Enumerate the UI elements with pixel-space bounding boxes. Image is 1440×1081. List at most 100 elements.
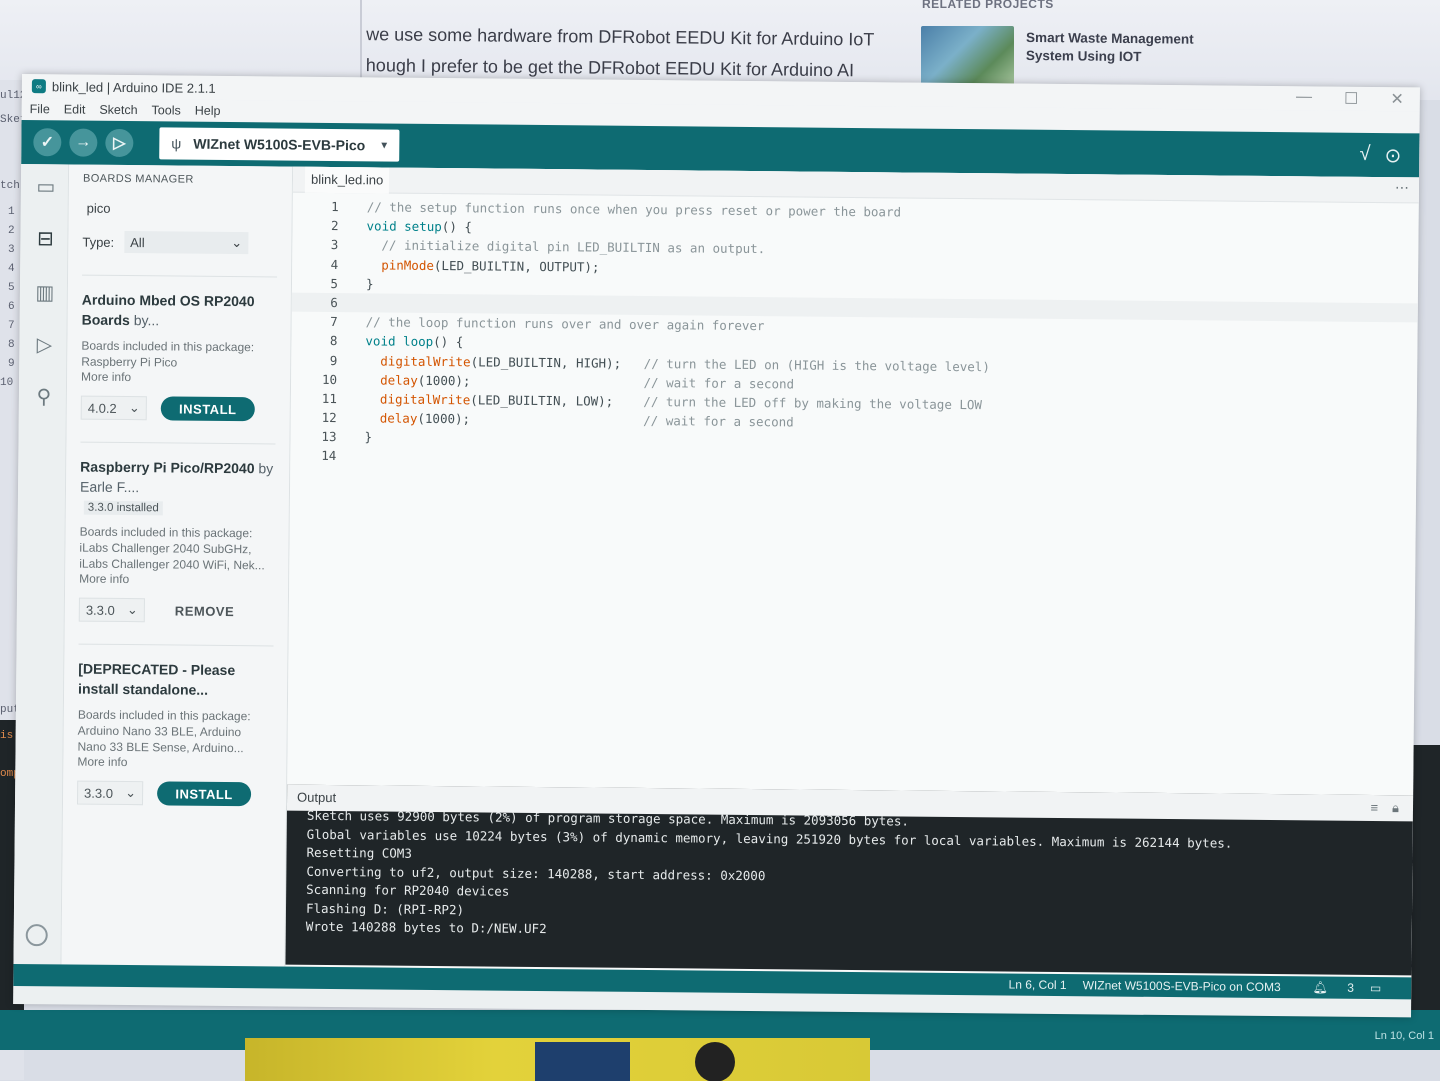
- line-number: 4: [330, 256, 339, 272]
- bell-icon: 🔔︎: [1312, 980, 1328, 995]
- search-icon[interactable]: ⚲: [31, 384, 57, 410]
- package-desc: Boards included in this package: Raspber…: [81, 338, 276, 372]
- chevron-down-icon: ⌄: [231, 235, 243, 251]
- menu-tools[interactable]: Tools: [152, 103, 181, 117]
- package-title: Arduino Mbed OS RP2040 Boards: [81, 291, 255, 329]
- package-desc-label: Boards included in this package:: [79, 524, 253, 541]
- more-info-link[interactable]: More info: [81, 370, 276, 386]
- install-button[interactable]: INSTALL: [160, 396, 255, 422]
- menu-file[interactable]: File: [30, 102, 50, 116]
- package-desc-label: Boards included in this package:: [77, 707, 251, 724]
- serial-monitor-icon[interactable]: ⊙: [1384, 143, 1401, 168]
- more-options-icon[interactable]: ⋯: [1395, 179, 1409, 196]
- notifications-indicator[interactable]: 🔔︎ 3: [1297, 980, 1355, 995]
- board-package: Arduino Mbed OS RP2040 Boards by... Boar…: [80, 274, 278, 422]
- bg-strip-text: 3: [8, 244, 15, 256]
- package-title: Raspberry Pi Pico/RP2040: [80, 458, 255, 477]
- close-icon[interactable]: ✕: [1390, 89, 1404, 109]
- line-number: 8: [329, 333, 338, 349]
- background-status-text: Ln 10, Col 1: [1374, 1030, 1434, 1042]
- upload-button[interactable]: →: [69, 128, 98, 157]
- package-boards: Raspberry Pi Pico: [81, 354, 178, 370]
- boards-manager-title: BOARDS MANAGER: [82, 172, 194, 186]
- board-package: [DEPRECATED - Please install standalone.…: [76, 643, 274, 807]
- install-button[interactable]: INSTALL: [156, 781, 252, 807]
- menu-help[interactable]: Help: [195, 104, 221, 118]
- buzzer: [695, 1042, 735, 1081]
- more-info-link[interactable]: More info: [77, 755, 272, 771]
- output-actions: ≡ 🔒︎: [1370, 795, 1399, 821]
- package-name: Raspberry Pi Pico/RP2040 by Earle F....: [80, 457, 275, 499]
- code-text: }: [364, 429, 373, 445]
- bg-strip-text: 2: [8, 225, 15, 237]
- tab-blink-led[interactable]: blink_led.ino: [304, 166, 390, 194]
- user-icon[interactable]: [25, 924, 48, 947]
- toggle-output-icon[interactable]: ▭: [1370, 981, 1381, 995]
- bg-strip-text: 8: [8, 339, 15, 351]
- usb-icon: ψ: [171, 135, 182, 152]
- circuit-board: [535, 1042, 630, 1081]
- package-actions: 4.0.2 ⌄ INSTALL: [80, 395, 276, 422]
- package-desc: Boards included in this package: iLabs C…: [79, 524, 274, 574]
- editor-area: blink_led.ino ⋯ 1// the setup function r…: [285, 166, 1420, 978]
- type-filter: Type: All ⌄: [82, 230, 277, 255]
- code-text: void loop() {: [365, 333, 464, 350]
- window-controls: — ☐ ✕: [1296, 88, 1404, 109]
- bg-strip-text: 10: [0, 377, 14, 389]
- line-number: 12: [321, 409, 337, 426]
- version-select[interactable]: 3.3.0 ⌄: [78, 597, 145, 623]
- related-project-title[interactable]: Smart Waste Management System Using IOT: [1026, 29, 1226, 67]
- line-number: 14: [321, 448, 337, 464]
- package-desc-label: Boards included in this package:: [81, 338, 255, 355]
- line-number: 9: [329, 352, 338, 368]
- bg-strip-text: 1: [8, 206, 15, 218]
- line-number: 11: [321, 390, 337, 406]
- arrow-right-icon: →: [75, 133, 92, 151]
- package-name: Arduino Mbed OS RP2040 Boards by...: [82, 290, 277, 332]
- type-label: Type:: [82, 234, 115, 250]
- maximize-icon[interactable]: ☐: [1344, 89, 1359, 109]
- line-number: 5: [330, 275, 339, 291]
- serial-plotter-icon[interactable]: √: [1359, 143, 1370, 168]
- bg-strip-text: 9: [8, 358, 15, 370]
- chevron-down-icon: ⌄: [126, 602, 138, 618]
- board-port-status[interactable]: WIZnet W5100S-EVB-Pico on COM3: [1083, 978, 1281, 994]
- line-number: 1: [331, 198, 339, 215]
- library-manager-icon[interactable]: ▥: [32, 280, 58, 306]
- code-text: }: [365, 276, 374, 292]
- package-actions: 3.3.0 ⌄ INSTALL: [76, 780, 272, 807]
- clear-output-icon[interactable]: ≡: [1370, 795, 1378, 821]
- ide-body: ▭ ⊟ ▥ ▷ ⚲ BOARDS MANAGER pico Type: All …: [13, 163, 1420, 978]
- board-selector[interactable]: ψ WIZnet W5100S-EVB-Pico ▼: [159, 127, 400, 162]
- line-number: 2: [330, 218, 339, 234]
- lock-icon[interactable]: 🔒︎: [1392, 795, 1399, 821]
- debug-button[interactable]: ▷: [105, 128, 134, 158]
- type-select[interactable]: All ⌄: [124, 230, 249, 255]
- verify-button[interactable]: ✓: [33, 128, 62, 157]
- menu-sketch[interactable]: Sketch: [99, 103, 137, 117]
- arduino-ide-window: ∞ blink_led | Arduino IDE 2.1.1 — ☐ ✕ Fi…: [13, 74, 1420, 1018]
- line-number: 3: [330, 237, 339, 253]
- bg-strip-text: 4: [8, 263, 15, 275]
- chevron-down-icon: ⌄: [125, 785, 137, 801]
- notifications-count: 3: [1347, 980, 1355, 995]
- version-select[interactable]: 4.0.2 ⌄: [80, 395, 147, 421]
- boards-manager-icon[interactable]: ⊟: [32, 226, 58, 252]
- more-info-link[interactable]: More info: [79, 572, 274, 588]
- line-number: 6: [330, 294, 338, 310]
- line-number: 13: [321, 429, 337, 445]
- version-select[interactable]: 3.3.0 ⌄: [76, 780, 144, 806]
- line-number: 7: [330, 314, 338, 330]
- folder-icon[interactable]: ▭: [33, 174, 59, 200]
- bg-strip-text: 7: [8, 320, 15, 332]
- board-selector-label: WIZnet W5100S-EVB-Pico: [193, 135, 366, 154]
- remove-button[interactable]: REMOVE: [175, 603, 234, 619]
- version-value: 4.0.2: [87, 400, 117, 416]
- boards-search-input[interactable]: pico: [83, 201, 278, 221]
- board-package: Raspberry Pi Pico/RP2040 by Earle F.... …: [78, 441, 276, 624]
- minimize-icon[interactable]: —: [1296, 88, 1312, 108]
- related-project-thumbnail[interactable]: [921, 26, 1014, 88]
- debug-sidebar-icon[interactable]: ▷: [31, 332, 57, 358]
- menu-edit[interactable]: Edit: [64, 102, 86, 116]
- code-editor[interactable]: 1// the setup function runs once when yo…: [287, 197, 1419, 808]
